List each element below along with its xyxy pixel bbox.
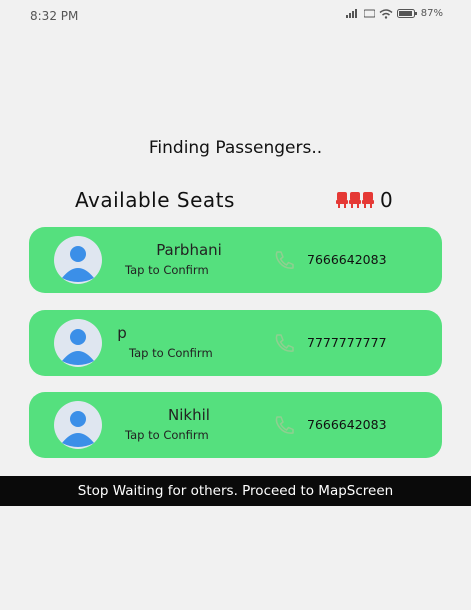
available-seats-count: 0 bbox=[380, 188, 393, 212]
volte-icon bbox=[363, 9, 375, 18]
status-icons: 87% bbox=[345, 8, 443, 19]
phone-number[interactable]: 7777777777 bbox=[307, 335, 387, 350]
avatar-icon bbox=[54, 401, 102, 449]
available-seats-row: Available Seats 0 bbox=[0, 188, 471, 214]
signal-icon bbox=[345, 9, 357, 18]
proceed-to-map-button[interactable]: Stop Waiting for others. Proceed to MapS… bbox=[0, 476, 471, 506]
phone-icon[interactable] bbox=[273, 333, 295, 353]
passenger-card-parbhani[interactable]: Parbhani Tap to Confirm 7666642083 bbox=[29, 227, 442, 293]
passenger-card-p[interactable]: p Tap to Confirm 7777777777 bbox=[29, 310, 442, 376]
tap-to-confirm-label[interactable]: Tap to Confirm bbox=[125, 428, 209, 442]
battery-icon bbox=[396, 9, 417, 18]
phone-icon[interactable] bbox=[273, 415, 295, 435]
passenger-card-nikhil[interactable]: Nikhil Tap to Confirm 7666642083 bbox=[29, 392, 442, 458]
phone-number[interactable]: 7666642083 bbox=[307, 417, 387, 432]
wifi-icon bbox=[379, 8, 393, 19]
status-bar: 8:32 PM 87% bbox=[0, 0, 471, 30]
page-title: Finding Passengers.. bbox=[148, 138, 323, 158]
passenger-name: p bbox=[117, 324, 127, 342]
passenger-name: Nikhil bbox=[168, 406, 210, 424]
available-seats-label: Available Seats bbox=[75, 188, 235, 212]
status-time: 8:32 PM bbox=[30, 9, 79, 23]
battery-percent: 87% bbox=[420, 8, 443, 19]
phone-number[interactable]: 7666642083 bbox=[307, 252, 387, 267]
phone-icon[interactable] bbox=[273, 250, 295, 270]
avatar-icon bbox=[54, 319, 102, 367]
tap-to-confirm-label[interactable]: Tap to Confirm bbox=[125, 263, 209, 277]
tap-to-confirm-label[interactable]: Tap to Confirm bbox=[129, 346, 213, 360]
passenger-name: Parbhani bbox=[156, 241, 222, 259]
avatar-icon bbox=[54, 236, 102, 284]
seat-icon bbox=[336, 192, 374, 208]
